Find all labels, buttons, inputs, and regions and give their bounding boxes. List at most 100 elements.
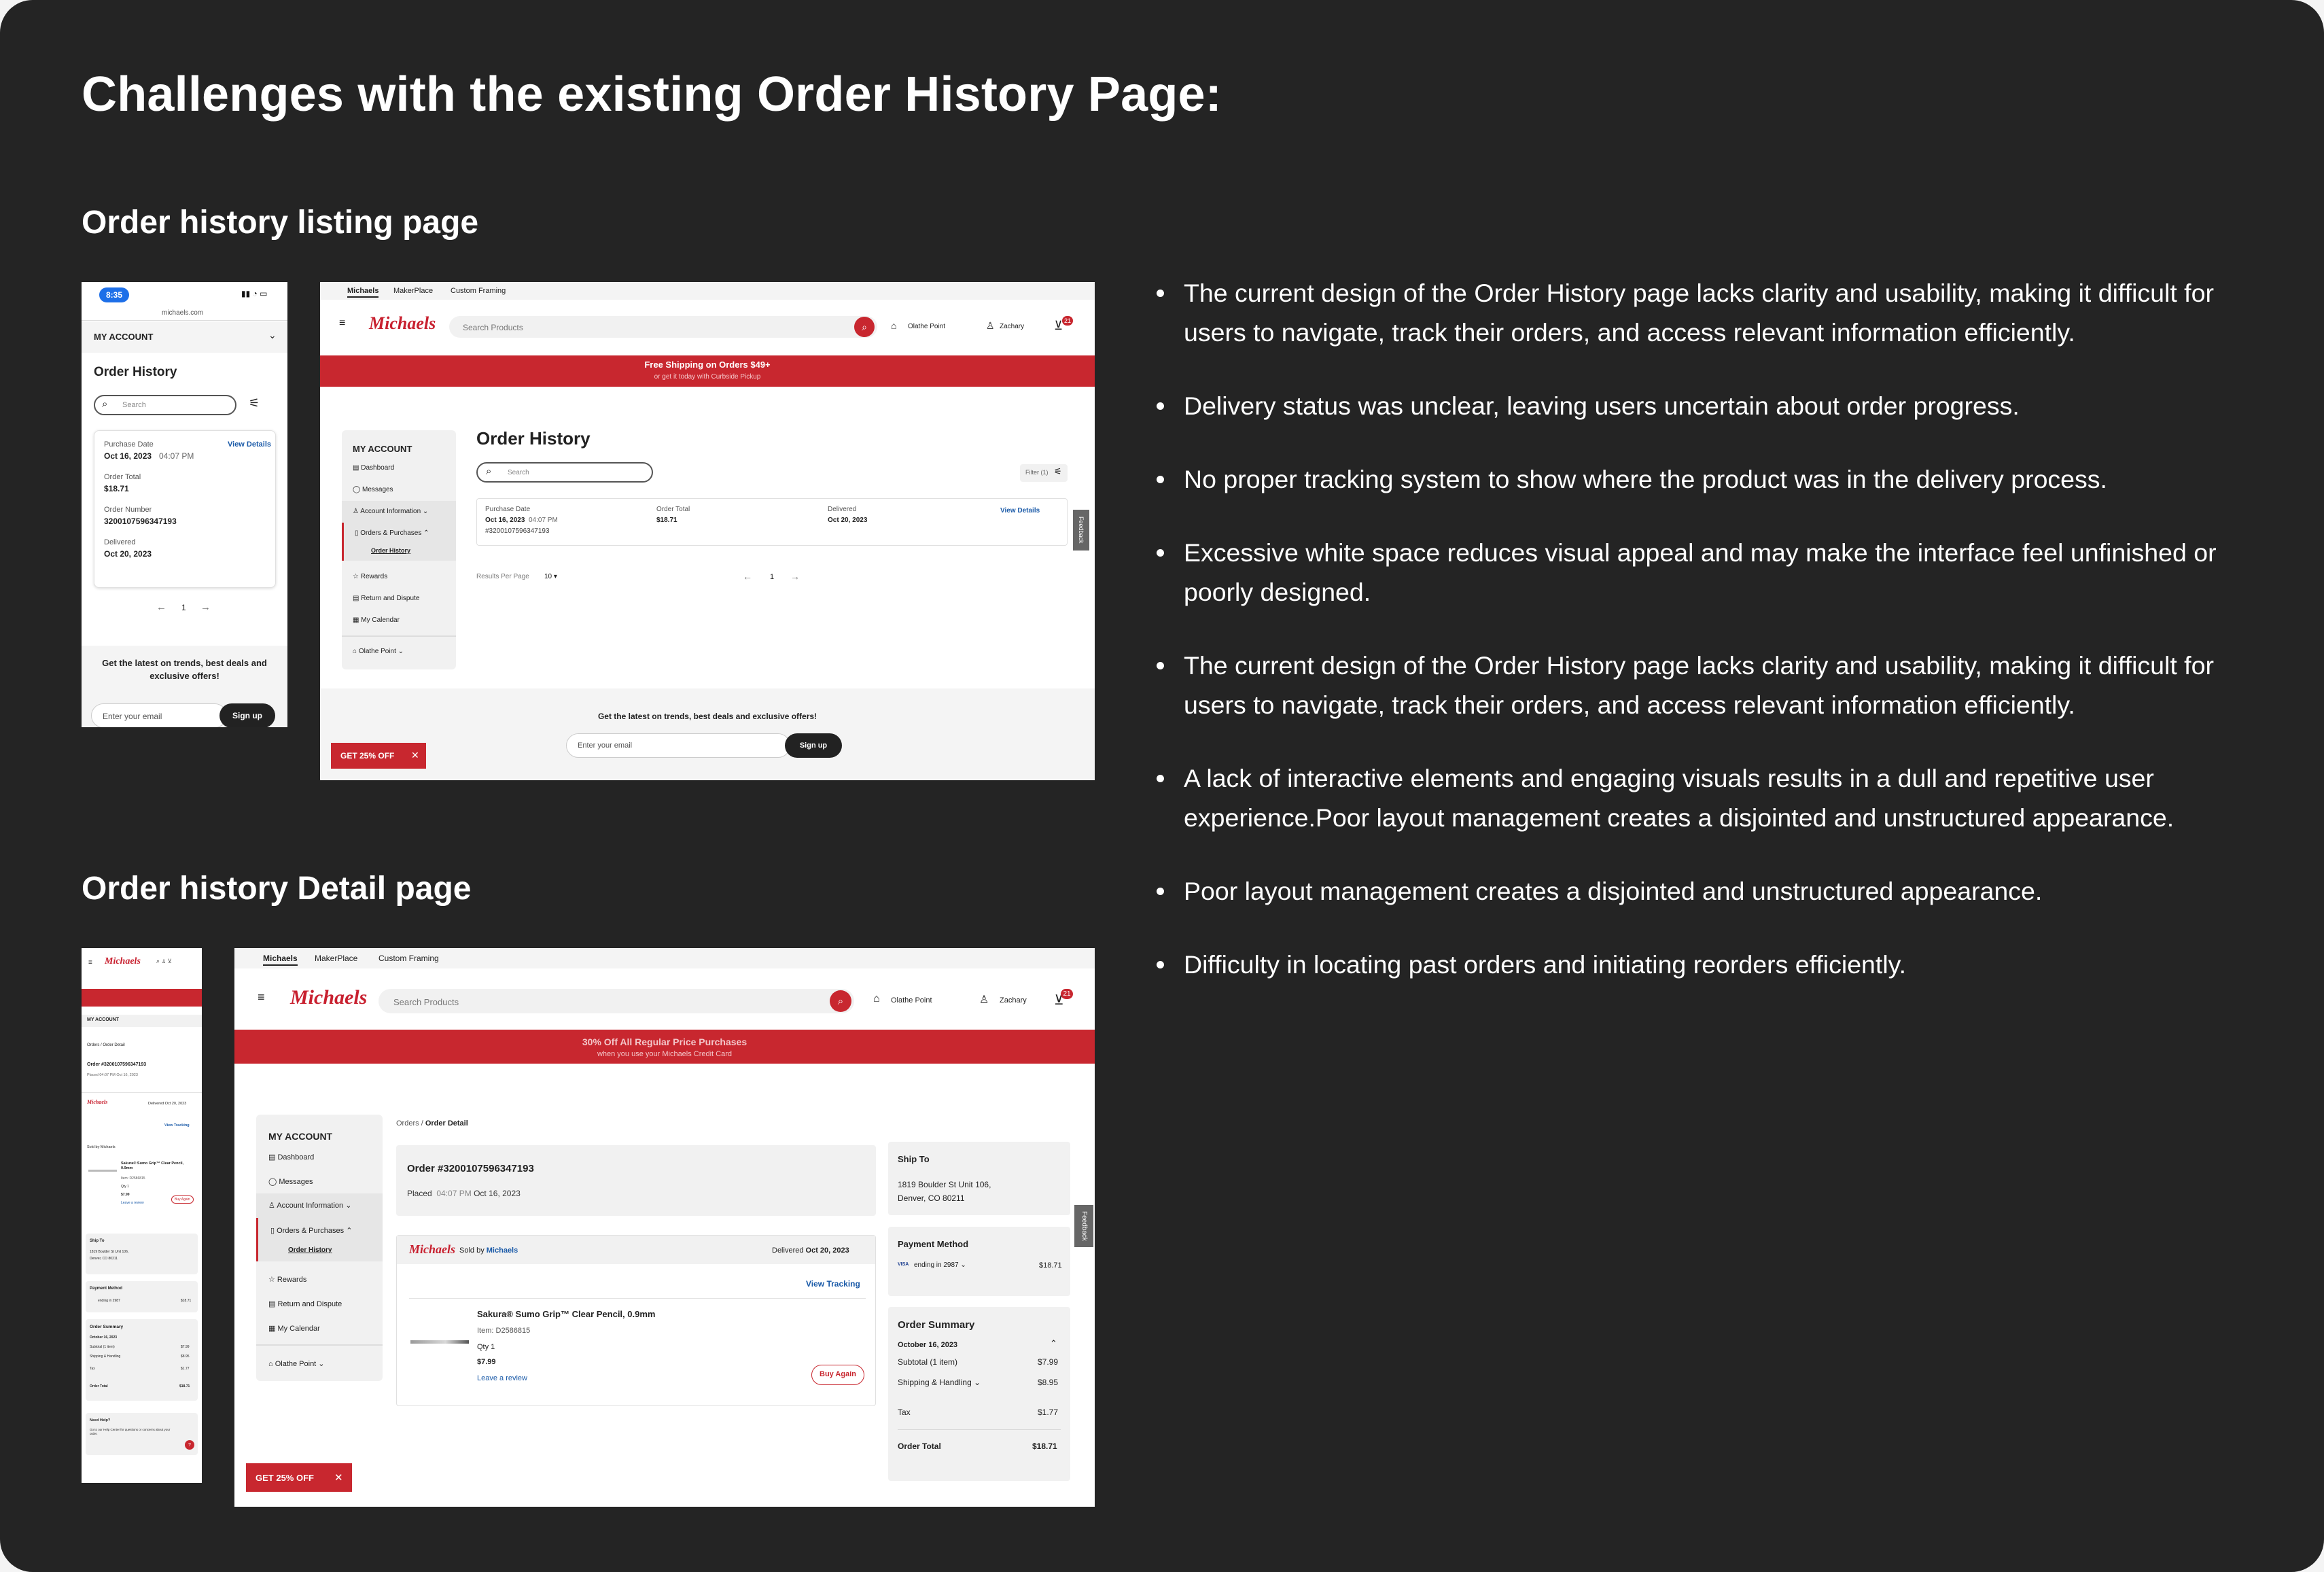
sidebar-item-order-history[interactable]: Order History [371,547,410,554]
next-page-icon[interactable]: → [790,571,800,582]
page-number[interactable]: 1 [770,573,774,581]
product-name[interactable]: Sakura® Sumo Grip™ Clear Pencil, 0.9mm [477,1309,655,1319]
michaels-logo[interactable]: Michaels [369,313,436,334]
view-details-link[interactable]: View Details [228,440,271,449]
search-icon[interactable]: ⌕ [854,317,875,337]
sidebar-item-messages[interactable]: ◯ Messages [353,486,393,493]
chat-icon[interactable]: ? [185,1440,194,1450]
payment-card: Payment Method ending in 2987 $18.71 [86,1281,198,1312]
sidebar-item-orders[interactable]: ▯ Orders & Purchases ⌃ Order History [342,523,456,561]
product-item: Item: D2586815 [477,1327,531,1335]
sidebar-item-dashboard[interactable]: ▤ Dashboard [268,1153,314,1161]
menu-icon[interactable]: ≡ [339,317,345,330]
sidebar-item-calendar[interactable]: ▦ My Calendar [353,616,400,624]
feedback-tab[interactable]: Feedback [1074,1205,1093,1247]
sidebar-item-messages[interactable]: ◯ Messages [268,1177,313,1186]
store-icon: ⌂ [268,1360,275,1368]
menu-icon[interactable]: ≡ [88,959,92,966]
listing-heading: Order history listing page [82,205,479,241]
user-name[interactable]: Zachary [1000,996,1027,1005]
sidebar-store-selector[interactable]: ⌂ Olathe Point ⌄ [268,1359,325,1368]
card-ending[interactable]: ending in 2987 ⌄ [914,1261,966,1269]
summary-date[interactable]: October 16, 2023 [898,1341,957,1349]
results-per-page-label: Results Per Page [476,573,529,580]
next-page-icon[interactable]: → [200,601,211,613]
michaels-logo[interactable]: Michaels [290,986,367,1009]
sidebar-item-return[interactable]: ▤ Return and Dispute [268,1299,342,1308]
buy-again-button[interactable]: Buy Again [811,1365,864,1385]
page-number[interactable]: 1 [181,603,186,612]
sidebar-item-account-information[interactable]: ♙ Account Information ⌄ [256,1193,383,1218]
search-input[interactable]: Search Products ⌕ [378,989,854,1013]
michaels-logo[interactable]: Michaels [105,956,141,967]
breadcrumb[interactable]: Orders / Order Detail [87,1043,125,1047]
tab-custom-framing[interactable]: Custom Framing [451,287,506,295]
close-icon[interactable]: ✕ [334,1471,343,1484]
account-dropdown[interactable]: MY ACCOUNT ⌄ [82,321,287,353]
filter-button[interactable]: Filter (1) ⚟ [1020,464,1068,482]
chevron-up-icon[interactable]: ⌃ [1050,1338,1057,1349]
sidebar-item-calendar[interactable]: ▦ My Calendar [268,1324,320,1333]
store-name[interactable]: Olathe Point [908,323,945,330]
url-bar[interactable]: michaels.com [162,309,203,317]
leave-review-link[interactable]: Leave a review [477,1374,527,1382]
seller-link[interactable]: Michaels [487,1246,518,1255]
coupon-button[interactable]: GET 25% OFF ✕ [331,743,426,769]
placed-text: Placed 04:07 PM Oct 16, 2023 [87,1073,138,1077]
prev-page-icon[interactable]: ← [156,601,166,613]
promo-banner[interactable] [82,989,202,1007]
search-icon[interactable]: ⌕ [830,990,851,1012]
search-icon[interactable]: ⌕ ♙ ⊻ [156,958,171,965]
star-icon: ☆ [353,573,361,580]
product-name[interactable]: Sakura® Sumo Grip™ Clear Pencil, 0.9mm [121,1161,194,1171]
sidebar-item-rewards[interactable]: ☆ Rewards [353,573,387,580]
filter-icon[interactable]: ⚟ [249,396,260,411]
view-tracking-link[interactable]: View Tracking [164,1123,190,1128]
sidebar-item-orders[interactable]: ▯ Orders & Purchases ⌃ Order History [256,1218,383,1261]
store-name[interactable]: Olathe Point [891,996,932,1005]
email-input[interactable]: Enter your email [91,703,227,727]
sidebar-item-dashboard[interactable]: ▤ Dashboard [353,464,394,472]
coupon-button[interactable]: GET 25% OFF ✕ [246,1463,352,1492]
shipping-label: Shipping & Handling [90,1355,121,1359]
sign-up-button[interactable]: Sign up [219,703,275,727]
sidebar-item-account-information[interactable]: ♙ Account Information ⌄ [342,501,456,523]
tab-makerplace[interactable]: MakerPlace [393,287,433,295]
sidebar-item-rewards[interactable]: ☆ Rewards [268,1275,306,1284]
sidebar-item-return[interactable]: ▤ Return and Dispute [353,595,419,602]
sidebar-item-order-history[interactable]: Order History [288,1246,332,1254]
card-ending[interactable]: ending in 2987 [98,1299,120,1303]
view-tracking-link[interactable]: View Tracking [806,1279,860,1289]
sidebar-item-label: Return and Dispute [361,595,420,602]
buy-again-button[interactable]: Buy Again [171,1195,194,1204]
order-card: Purchase Date Oct 16, 2023 04:07 PM View… [94,430,276,588]
purchase-date: Oct 16, 2023 [485,517,525,524]
view-details-link[interactable]: View Details [1000,507,1040,514]
order-search-input[interactable]: ⌕ Search [476,462,653,483]
search-placeholder: Search [508,469,529,476]
challenge-item: No proper tracking system to show where … [1155,459,2256,499]
search-input[interactable]: Search Products ⌕ [449,316,877,338]
tab-michaels[interactable]: Michaels [263,954,298,966]
search-input[interactable]: ⌕ Search [94,395,236,415]
tab-michaels[interactable]: Michaels [347,287,379,298]
breadcrumb-orders[interactable]: Orders [396,1119,419,1128]
leave-review-link[interactable]: Leave a review [121,1201,144,1205]
tab-makerplace[interactable]: MakerPlace [315,954,357,963]
tax-value: $1.77 [181,1367,190,1371]
account-dropdown[interactable]: MY ACCOUNT [82,1015,202,1027]
close-icon[interactable]: ✕ [411,750,419,761]
tab-custom-framing[interactable]: Custom Framing [378,954,439,963]
email-input[interactable]: Enter your email [566,733,790,758]
per-page-select[interactable]: 10 ▾ [544,573,557,580]
user-name[interactable]: Zachary [1000,323,1024,330]
promo-banner[interactable]: Free Shipping on Orders $49+ or get it t… [320,355,1095,387]
feedback-tab[interactable]: Feedback [1073,510,1089,551]
shipping-label[interactable]: Shipping & Handling ⌄ [898,1378,981,1387]
prev-page-icon[interactable]: ← [743,571,752,582]
ship-line2: Denver, CO 80211 [898,1193,965,1203]
menu-icon[interactable]: ≡ [258,990,265,1005]
promo-banner[interactable]: 30% Off All Regular Price Purchases when… [234,1030,1095,1064]
sidebar-store-selector[interactable]: ⌂ Olathe Point ⌄ [353,648,404,655]
sign-up-button[interactable]: Sign up [785,733,842,758]
